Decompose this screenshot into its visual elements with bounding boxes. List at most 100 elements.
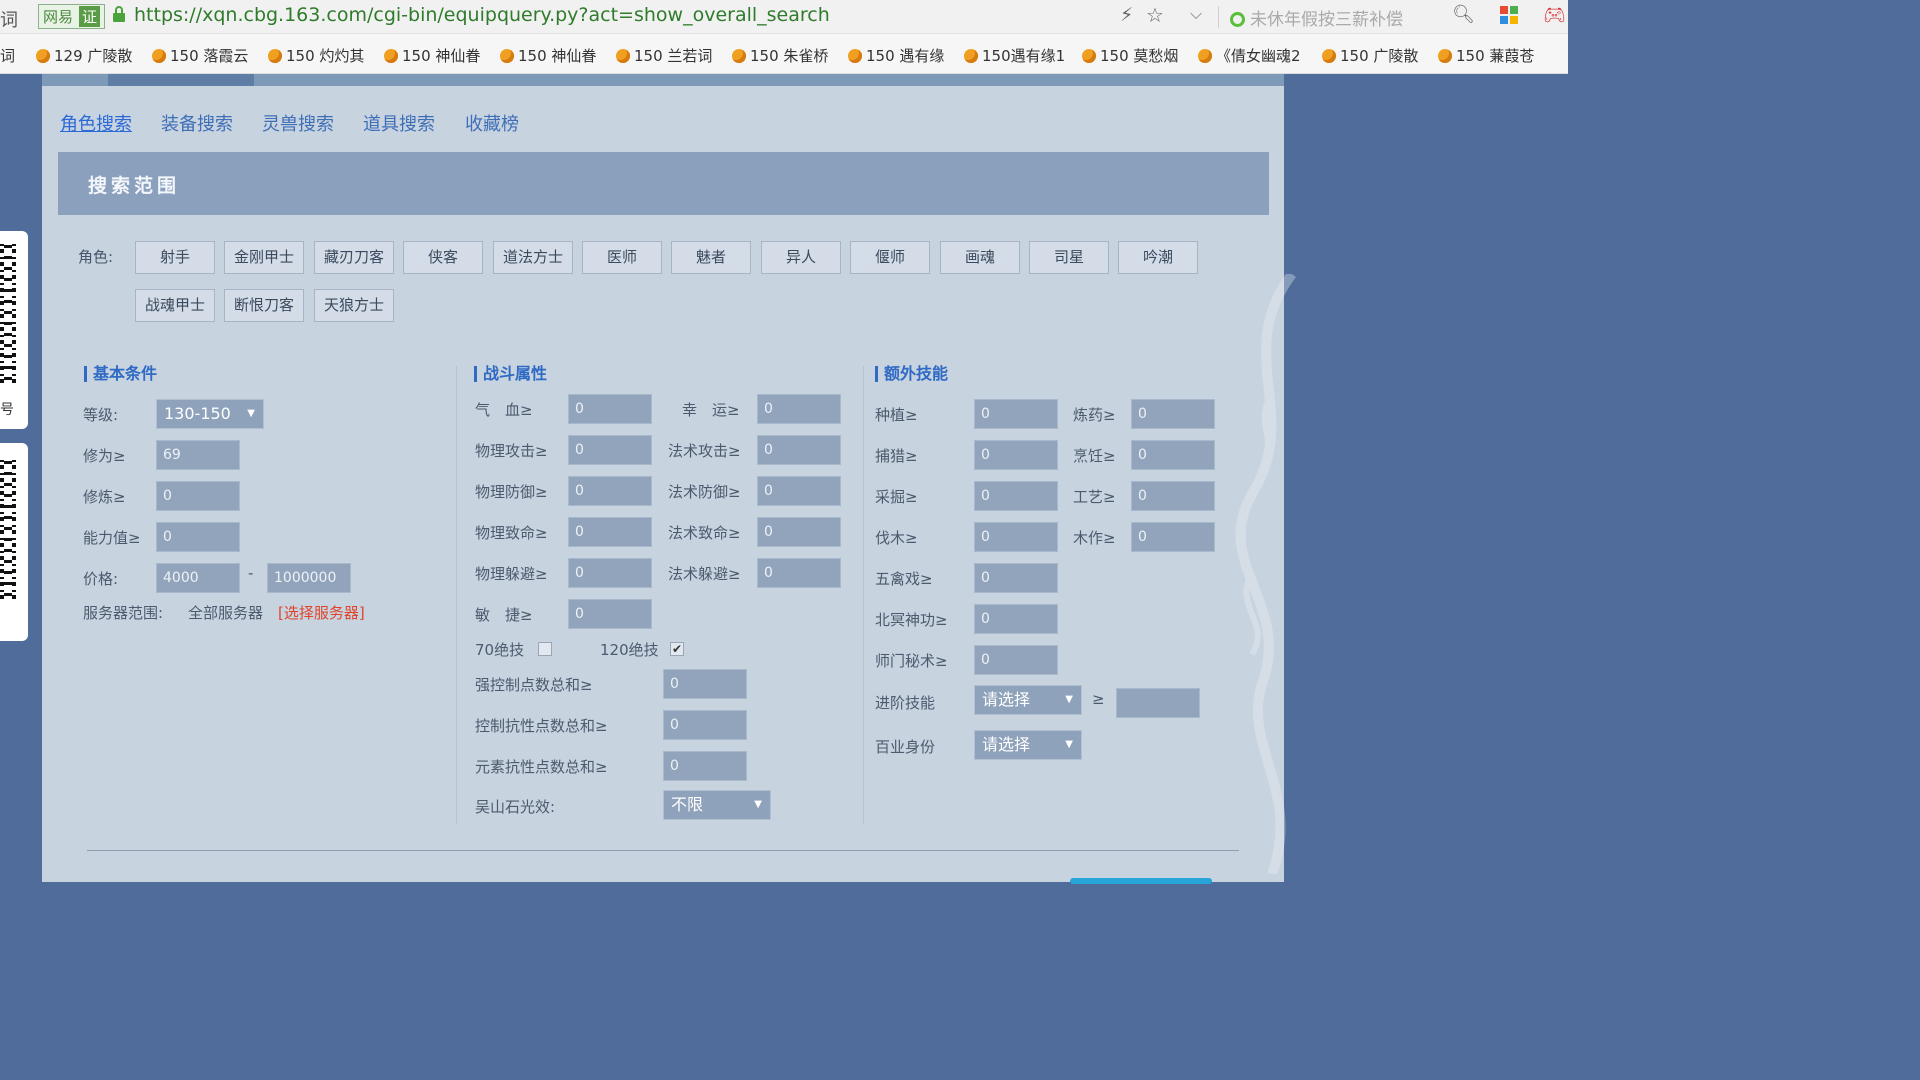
column-divider [456, 366, 457, 824]
tab-item-search[interactable]: 道具搜索 [363, 110, 435, 136]
tab-pet-search[interactable]: 灵兽搜索 [262, 110, 334, 136]
bookmark-item[interactable]: 150 莫愁烟 [1082, 45, 1178, 66]
bookmark-item[interactable]: 150 蒹葭苍 [1438, 45, 1534, 66]
bookmark-item[interactable]: 《倩女幽魂2 [1198, 45, 1301, 66]
combat-input[interactable]: 0 [568, 517, 652, 547]
agility-input[interactable]: 0 [568, 599, 652, 629]
role-button[interactable]: 藏刃刀客 [314, 241, 394, 274]
bookmark-item[interactable]: 129 广陵散 [36, 45, 132, 66]
advanced-skill-input[interactable] [1116, 688, 1200, 718]
apps-grid-icon[interactable] [1500, 6, 1518, 24]
skill-input[interactable]: 0 [974, 645, 1058, 675]
skill-input[interactable]: 0 [1131, 481, 1215, 511]
skill-input[interactable]: 0 [974, 440, 1058, 470]
bookmark-item[interactable]: 150 广陵散 [1322, 45, 1418, 66]
role-button[interactable]: 吟潮 [1118, 241, 1198, 274]
combat-input[interactable]: 0 [568, 435, 652, 465]
level-select[interactable]: 130-150 [156, 399, 264, 429]
role-button[interactable]: 侠客 [403, 241, 483, 274]
skill-input[interactable]: 0 [1131, 440, 1215, 470]
skill-input[interactable]: 0 [1131, 399, 1215, 429]
skill-input[interactable]: 0 [974, 481, 1058, 511]
role-button[interactable]: 金刚甲士 [224, 241, 304, 274]
role-button[interactable]: 道法方士 [493, 241, 573, 274]
select-server-link[interactable]: [选择服务器] [278, 602, 365, 623]
role-button[interactable]: 异人 [761, 241, 841, 274]
skill70-checkbox[interactable] [538, 642, 552, 656]
bookmark-item[interactable]: 150 朱雀桥 [732, 45, 828, 66]
combat-input[interactable]: 0 [568, 476, 652, 506]
stone-select[interactable]: 不限 [663, 790, 771, 820]
xiulian-input[interactable]: 0 [156, 481, 240, 511]
search-hint[interactable]: 未休年假按三薪补偿 [1230, 5, 1403, 30]
role-button[interactable]: 战魂甲士 [135, 289, 215, 322]
search-submit-button[interactable] [1070, 878, 1212, 884]
role-button[interactable]: 断恨刀客 [224, 289, 304, 322]
site-cert-badge[interactable]: 网易 证 [38, 4, 106, 29]
role-button[interactable]: 偃师 [850, 241, 930, 274]
combat-input[interactable]: 0 [757, 435, 841, 465]
price-max-input[interactable]: 1000000 [267, 563, 351, 593]
skill-label: 木作≥ [1073, 529, 1116, 547]
combat-input[interactable]: 0 [568, 558, 652, 588]
skill-label: 烹饪≥ [1073, 447, 1116, 465]
combat-input[interactable]: 0 [757, 517, 841, 547]
bookmark-star-icon[interactable]: ☆ [1146, 3, 1164, 27]
bookmark-item[interactable]: 150 神仙眷 [500, 45, 596, 66]
combat-input[interactable]: 0 [757, 558, 841, 588]
qr-float-top[interactable]: 号 [0, 231, 28, 429]
control-input[interactable]: 0 [663, 669, 747, 699]
gamepad-icon[interactable]: 🎮︎ [1543, 5, 1566, 26]
skill-label: 北冥神功≥ [875, 611, 948, 629]
qr-float-bottom[interactable] [0, 443, 28, 641]
ability-input[interactable]: 0 [156, 522, 240, 552]
element-input[interactable]: 0 [663, 751, 747, 781]
bookmark-item[interactable]: 150 灼灼其 [268, 45, 364, 66]
combat-input[interactable]: 0 [757, 476, 841, 506]
combat-label: 物理攻击≥ [475, 442, 548, 460]
advanced-skill-label: 进阶技能 [875, 694, 936, 712]
advanced-skill-select[interactable]: 请选择 [974, 685, 1082, 715]
job-identity-select[interactable]: 请选择 [974, 730, 1082, 760]
combat-input[interactable]: 0 [757, 394, 841, 424]
role-button[interactable]: 画魂 [940, 241, 1020, 274]
bookmark-favicon-icon [616, 49, 630, 63]
role-button[interactable]: 医师 [582, 241, 662, 274]
bookmark-favicon-icon [1322, 49, 1336, 63]
ability-label: 能力值≥ [83, 529, 141, 547]
price-min-input[interactable]: 4000 [156, 563, 240, 593]
skill-input[interactable]: 0 [974, 563, 1058, 593]
column-divider [863, 366, 864, 824]
tab-role-search[interactable]: 角色搜索 [60, 110, 132, 136]
bookmark-favicon-icon [964, 49, 978, 63]
lightning-icon[interactable]: ⚡ [1120, 4, 1133, 26]
search-icon[interactable]: 🔍︎ [1452, 4, 1475, 25]
role-button[interactable]: 司星 [1029, 241, 1109, 274]
xiuwei-input[interactable]: 69 [156, 440, 240, 470]
skill-input[interactable]: 0 [1131, 522, 1215, 552]
skill-label: 捕猎≥ [875, 447, 918, 465]
skill-input[interactable]: 0 [974, 604, 1058, 634]
xiuwei-label: 修为≥ [83, 447, 126, 465]
skill120-checkbox[interactable]: ✔ [670, 642, 684, 656]
lock-icon [113, 6, 125, 22]
bookmark-item[interactable]: 150 落霞云 [152, 45, 248, 66]
skill-label: 五禽戏≥ [875, 570, 933, 588]
skill-input[interactable]: 0 [974, 399, 1058, 429]
role-button[interactable]: 魅者 [671, 241, 751, 274]
bookmark-item[interactable]: 150 神仙眷 [384, 45, 480, 66]
resist-input[interactable]: 0 [663, 710, 747, 740]
bookmark-item[interactable]: 150遇有缘1 [964, 45, 1065, 66]
page-strip-active [108, 74, 254, 86]
role-button[interactable]: 天狼方士 [314, 289, 394, 322]
combat-input[interactable]: 0 [568, 394, 652, 424]
role-button[interactable]: 射手 [135, 241, 215, 274]
skill-input[interactable]: 0 [974, 522, 1058, 552]
bookmark-item[interactable]: 150 遇有缘 [848, 45, 944, 66]
tab-equipment-search[interactable]: 装备搜索 [161, 110, 233, 136]
chevron-down-icon[interactable]: ⌵ [1190, 4, 1202, 24]
bookmark-item[interactable]: 150 兰若词 [616, 45, 712, 66]
panel-header: 搜索范围 [58, 152, 1269, 215]
address-url[interactable]: https://xqn.cbg.163.com/cgi-bin/equipque… [134, 4, 830, 26]
tab-favorites-rank[interactable]: 收藏榜 [465, 110, 519, 136]
